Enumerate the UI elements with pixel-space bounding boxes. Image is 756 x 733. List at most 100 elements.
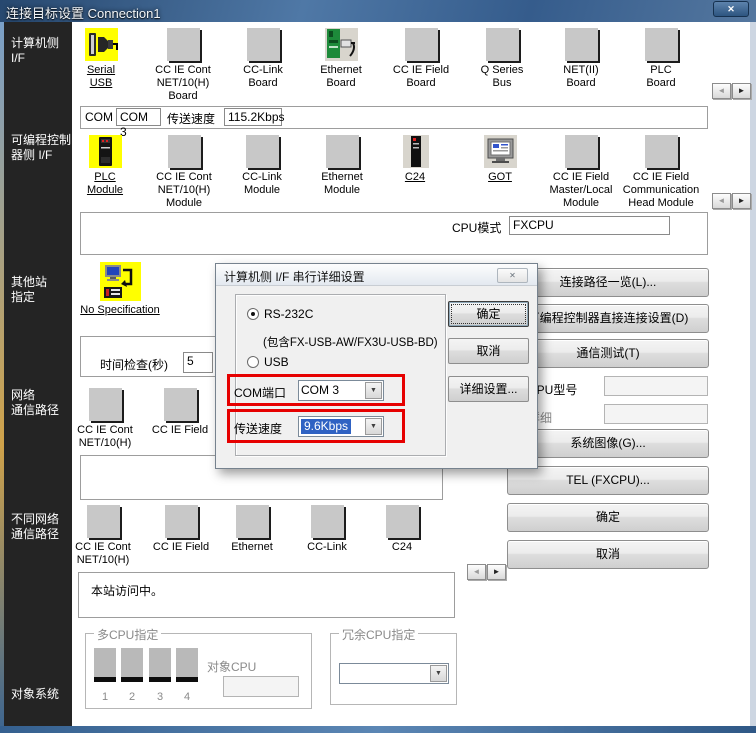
cpu-slot-3[interactable] xyxy=(149,648,171,682)
window-frame-bottom xyxy=(0,726,756,733)
com-value-field[interactable]: COM 3 xyxy=(116,108,161,126)
scroll-left-icon[interactable]: ◄ xyxy=(467,564,486,580)
usb-radio[interactable] xyxy=(247,356,259,368)
window-close-icon[interactable]: ✕ xyxy=(713,1,749,17)
pcif-q-series-bus[interactable]: Q Series Bus xyxy=(462,28,542,90)
dialog-detail-setting-button[interactable]: 详细设置... xyxy=(448,376,529,402)
netroute-ccie-cont[interactable]: CC IE Cont NET/10(H) xyxy=(65,388,145,450)
board-icon xyxy=(565,28,598,61)
no-specification-icon xyxy=(100,262,141,301)
board-icon xyxy=(87,505,120,538)
dialog-ok-button[interactable]: 确定 xyxy=(448,301,529,327)
cancel-button[interactable]: 取消 xyxy=(507,540,709,569)
sidebar-item-pc-if: 计算机侧 I/F xyxy=(11,36,59,66)
time-check-field[interactable]: 5 xyxy=(183,352,213,373)
baud-rate-value: 9.6Kbps xyxy=(301,419,351,434)
conet-ccie-cont[interactable]: CC IE Cont NET/10(H) xyxy=(63,505,143,567)
com-label: COM xyxy=(85,110,113,124)
icon-label: CC IE Field Communication Head Module xyxy=(613,171,709,210)
com-port-combo[interactable]: COM 3 ▼ xyxy=(298,380,384,401)
multi-cpu-group: 多CPU指定 1 2 3 4 对象CPU xyxy=(85,633,312,709)
conet-ccie-field[interactable]: CC IE Field xyxy=(141,505,221,554)
plcif-ccie-field-head[interactable]: CC IE Field Communication Head Module xyxy=(613,135,709,210)
pcif-cclink-board[interactable]: CC-Link Board xyxy=(223,28,303,90)
speed-value-field[interactable]: 115.2Kbps xyxy=(224,108,282,126)
rs232c-radio[interactable] xyxy=(247,308,259,320)
icon-label: CC IE Field xyxy=(141,541,221,554)
pcif-net2-board[interactable]: NET(II) Board xyxy=(541,28,621,90)
plcif-c24[interactable]: C24 xyxy=(375,135,455,184)
scroll-left-icon[interactable]: ◄ xyxy=(712,193,731,209)
usb-label: USB xyxy=(264,355,289,369)
board-icon xyxy=(165,505,198,538)
icon-label: Q Series Bus xyxy=(462,64,542,90)
board-icon xyxy=(167,28,200,61)
icon-label: CC IE Cont NET/10(H) xyxy=(63,541,143,567)
icon-label: CC IE Cont NET/10(H) Module xyxy=(144,171,224,210)
cpu-slot-2[interactable] xyxy=(121,648,143,682)
sidebar-item-co-network: 不同网络 通信路径 xyxy=(11,512,59,542)
rs232c-note: (包含FX-USB-AW/FX3U-USB-BD) xyxy=(263,334,438,350)
icon-label: Ethernet Board xyxy=(301,64,381,90)
board-icon xyxy=(645,28,678,61)
plcif-got[interactable]: GOT xyxy=(460,135,540,184)
other-station-no-spec[interactable]: No Specification xyxy=(67,262,173,317)
board-icon xyxy=(164,388,197,421)
board-icon xyxy=(236,505,269,538)
scroll-left-icon[interactable]: ◄ xyxy=(712,83,731,99)
pcif-plc-board[interactable]: PLC Board xyxy=(621,28,701,90)
icon-label: NET(II) Board xyxy=(541,64,621,90)
netroute-ccie-field[interactable]: CC IE Field xyxy=(140,388,220,437)
rs232c-label: RS-232C xyxy=(264,307,313,321)
ok-button[interactable]: 确定 xyxy=(507,503,709,532)
dialog-close-icon[interactable]: ✕ xyxy=(497,268,528,283)
module-icon xyxy=(645,135,678,168)
board-icon xyxy=(89,388,122,421)
plcif-cclink-module[interactable]: CC-Link Module xyxy=(222,135,302,197)
board-icon xyxy=(247,28,280,61)
pcif-serial-usb[interactable]: Serial USB xyxy=(61,28,141,90)
scroll-right-icon[interactable]: ► xyxy=(732,193,751,209)
scroll-right-icon[interactable]: ► xyxy=(732,83,751,99)
cpu-slot-number: 4 xyxy=(176,691,198,703)
icon-label: Serial USB xyxy=(61,64,141,90)
time-check-label: 时间检查(秒) xyxy=(100,356,168,373)
cpu-slot-number: 3 xyxy=(149,691,171,703)
speed-label: 传送速度 xyxy=(167,110,215,127)
dialog-title-bar: 计算机侧 I/F 串行详细设置 xyxy=(216,264,537,286)
module-icon xyxy=(246,135,279,168)
cpu-mode-field[interactable]: FXCPU xyxy=(509,216,670,235)
baud-rate-combo[interactable]: 9.6Kbps ▼ xyxy=(298,416,384,437)
got-icon xyxy=(484,135,517,168)
tel-button[interactable]: TEL (FXCPU)... xyxy=(507,466,709,495)
sidebar-item-plc-if: 可编程控制 器侧 I/F xyxy=(11,133,71,163)
chevron-down-icon[interactable]: ▼ xyxy=(365,382,382,399)
cpu-model-field xyxy=(604,376,708,396)
icon-label: CC IE Field xyxy=(140,424,220,437)
conet-c24[interactable]: C24 xyxy=(362,505,442,554)
cpu-slot-1[interactable] xyxy=(94,648,116,682)
scroll-right-icon[interactable]: ► xyxy=(487,564,506,580)
cpu-slot-number: 1 xyxy=(94,691,116,703)
icon-label: CC IE Field Board xyxy=(381,64,461,90)
pcif-ccie-field-board[interactable]: CC IE Field Board xyxy=(381,28,461,90)
dialog-title: 计算机侧 I/F 串行详细设置 xyxy=(224,268,365,285)
plcif-ccie-cont-module[interactable]: CC IE Cont NET/10(H) Module xyxy=(144,135,224,210)
icon-label: No Specification xyxy=(67,304,173,317)
pcif-ccie-cont-board[interactable]: CC IE Cont NET/10(H) Board xyxy=(143,28,223,103)
icon-label: C24 xyxy=(375,171,455,184)
conet-ethernet[interactable]: Ethernet xyxy=(212,505,292,554)
pcif-ethernet-board[interactable]: Ethernet Board xyxy=(301,28,381,90)
chevron-down-icon[interactable]: ▼ xyxy=(365,418,382,435)
sidebar-item-network-route: 网络 通信路径 xyxy=(11,388,59,418)
com-port-label: COM端口 xyxy=(234,384,286,401)
icon-label: C24 xyxy=(362,541,442,554)
cpu-slot-4[interactable] xyxy=(176,648,198,682)
plcif-plc-module[interactable]: PLC Module xyxy=(65,135,145,197)
plcif-ethernet-module[interactable]: Ethernet Module xyxy=(302,135,382,197)
conet-cclink[interactable]: CC-Link xyxy=(287,505,367,554)
sidebar: 计算机侧 I/F 可编程控制 器侧 I/F 其他站 指定 网络 通信路径 不同网… xyxy=(4,22,72,726)
sidebar-item-other-station: 其他站 指定 xyxy=(11,275,47,305)
dialog-cancel-button[interactable]: 取消 xyxy=(448,338,529,364)
target-cpu-label: 对象CPU xyxy=(207,658,256,675)
